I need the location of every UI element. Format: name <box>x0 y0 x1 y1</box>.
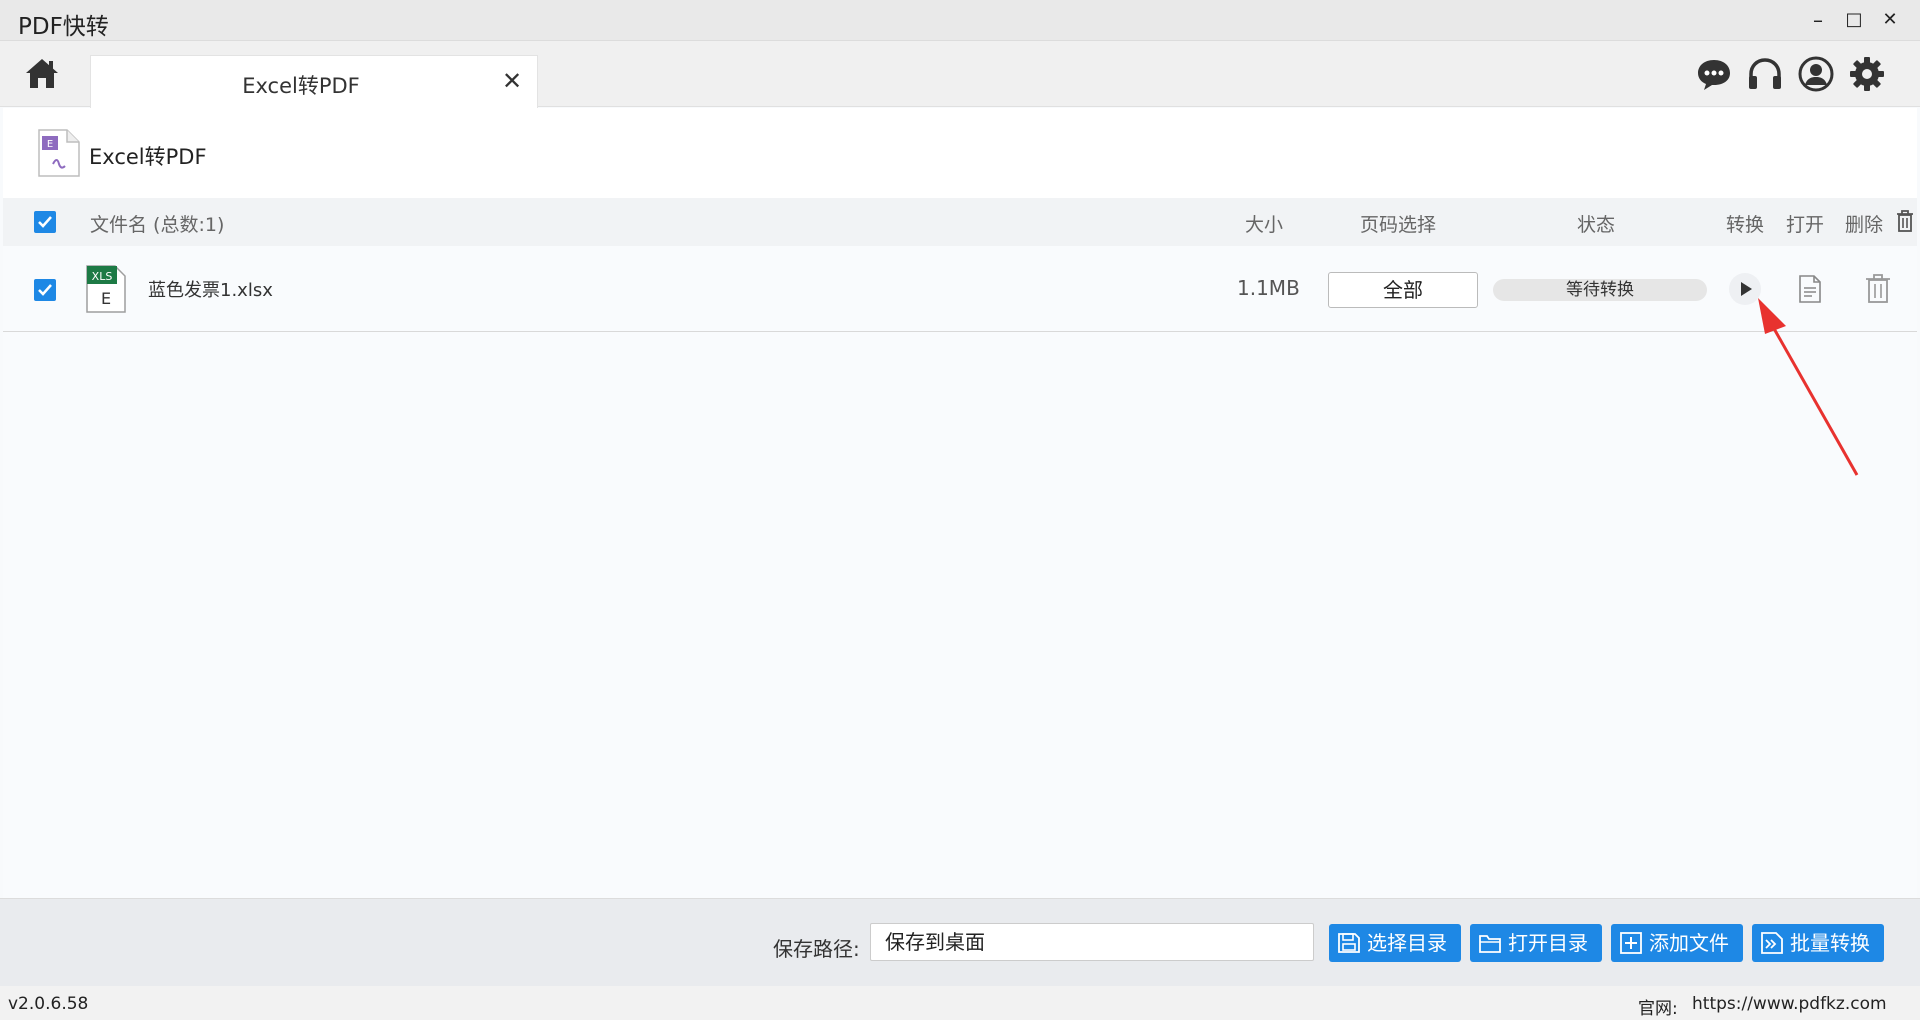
plus-box-icon <box>1620 932 1642 954</box>
open-file-button[interactable] <box>1798 274 1822 308</box>
headset-icon <box>1749 58 1781 89</box>
folder-icon <box>1479 935 1501 953</box>
trash-icon <box>1866 274 1890 303</box>
column-header-size: 大小 <box>1245 214 1284 236</box>
website-link[interactable]: https://www.pdfkz.com <box>1692 994 1887 1014</box>
open-directory-label: 打开目录 <box>1508 931 1588 955</box>
bottom-bar: 保存路径: 保存到桌面 选择目录 打开目录 添加文件 批量转换 <box>0 898 1920 986</box>
tab-excel-to-pdf[interactable]: Excel转PDF ✕ <box>90 55 538 108</box>
xls-label: XLS <box>92 270 113 283</box>
file-name: 蓝色发票1.xlsx <box>148 280 273 301</box>
function-header: E Excel转PDF <box>3 108 1917 198</box>
trash-icon <box>1897 210 1913 232</box>
add-file-button[interactable]: 添加文件 <box>1611 924 1743 962</box>
column-header-status: 状态 <box>1577 214 1616 236</box>
maximize-button[interactable]: □ <box>1838 6 1870 34</box>
settings-button[interactable] <box>1848 55 1886 93</box>
user-icon <box>1798 56 1834 92</box>
file-size: 1.1MB <box>1237 276 1300 300</box>
save-path-label: 保存路径: <box>773 937 860 961</box>
column-header-page-select: 页码选择 <box>1360 214 1437 236</box>
tab-bar: Excel转PDF ✕ <box>0 41 1920 108</box>
svg-text:E: E <box>47 139 53 150</box>
function-title: Excel转PDF <box>89 145 207 169</box>
service-button[interactable] <box>1746 55 1784 93</box>
column-header-delete: 删除 <box>1845 214 1884 236</box>
version-label: v2.0.6.58 <box>8 994 89 1014</box>
footer: v2.0.6.58 官网: https://www.pdfkz.com <box>0 986 1920 1020</box>
chat-button[interactable] <box>1695 55 1733 93</box>
excel-to-pdf-icon: E <box>35 128 81 178</box>
account-button[interactable] <box>1797 55 1835 93</box>
home-button[interactable] <box>24 56 64 92</box>
status-badge: 等待转换 <box>1493 279 1707 301</box>
app-title: PDF快转 <box>18 14 109 40</box>
xlsx-file-icon: XLS E <box>85 264 127 318</box>
title-bar: PDF快转 – □ ✕ <box>0 0 1920 41</box>
choose-directory-label: 选择目录 <box>1367 931 1447 955</box>
website-label: 官网: <box>1638 999 1678 1019</box>
column-header-filename: 文件名 (总数:1) <box>90 214 225 236</box>
save-path-input[interactable]: 保存到桌面 <box>870 923 1314 961</box>
convert-button[interactable] <box>1728 272 1762 310</box>
e-label: E <box>101 289 111 308</box>
gear-icon <box>1850 57 1884 91</box>
document-icon <box>1799 275 1821 303</box>
delete-row-button[interactable] <box>1865 274 1891 308</box>
close-window-button[interactable]: ✕ <box>1874 6 1906 34</box>
row-checkbox[interactable] <box>34 279 56 301</box>
open-directory-button[interactable]: 打开目录 <box>1470 924 1602 962</box>
select-all-checkbox[interactable] <box>34 211 56 233</box>
batch-convert-button[interactable]: 批量转换 <box>1752 924 1884 962</box>
column-header-open: 打开 <box>1786 214 1825 236</box>
play-icon <box>1729 273 1761 305</box>
table-row[interactable]: XLS E 蓝色发票1.xlsx 1.1MB 全部 等待转换 <box>3 246 1917 332</box>
chat-icon <box>1698 60 1730 90</box>
minimize-button[interactable]: – <box>1802 6 1834 34</box>
save-icon <box>1338 933 1360 953</box>
delete-all-button[interactable] <box>1896 210 1914 237</box>
column-header-convert: 转换 <box>1726 214 1765 236</box>
batch-convert-icon <box>1761 932 1783 954</box>
home-icon <box>26 59 58 88</box>
tab-close-button[interactable]: ✕ <box>497 66 527 96</box>
main-panel: E Excel转PDF 文件名 (总数:1) 大小 页码选择 状态 转换 打开 … <box>3 108 1917 898</box>
table-header: 文件名 (总数:1) 大小 页码选择 状态 转换 打开 删除 <box>3 198 1917 246</box>
page-select-button[interactable]: 全部 <box>1328 272 1478 308</box>
batch-convert-label: 批量转换 <box>1790 931 1870 955</box>
choose-directory-button[interactable]: 选择目录 <box>1329 924 1461 962</box>
add-file-label: 添加文件 <box>1649 931 1729 955</box>
tab-label: Excel转PDF <box>242 74 360 98</box>
